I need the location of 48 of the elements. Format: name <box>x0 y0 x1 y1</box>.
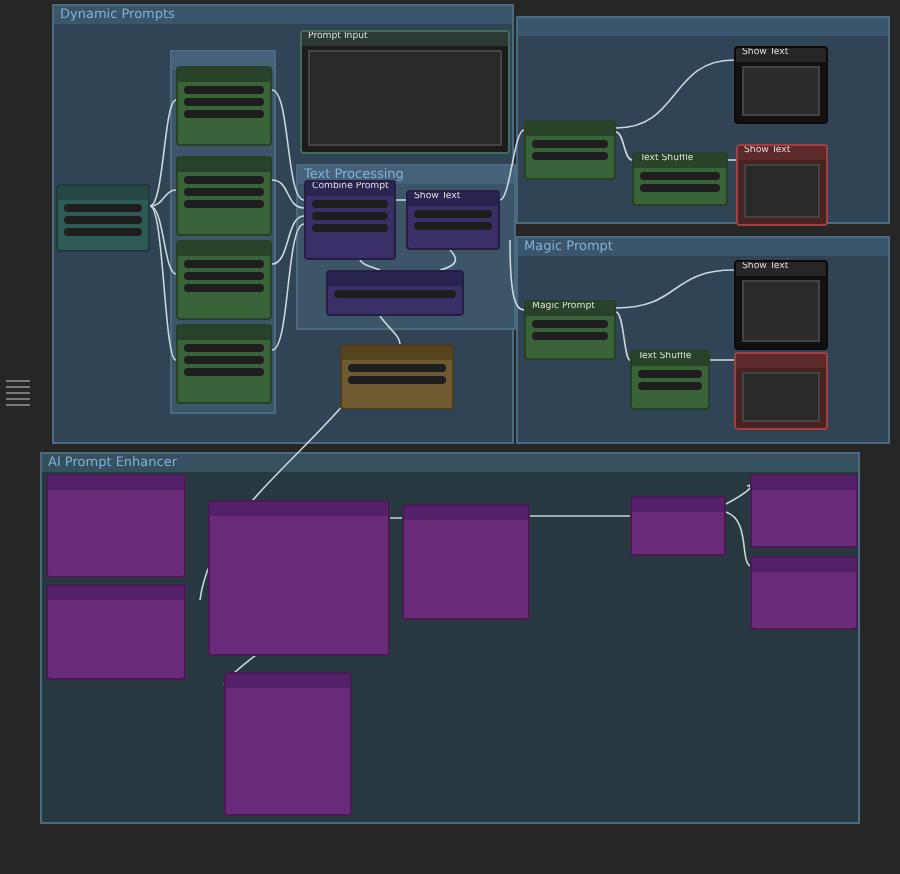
text-area[interactable] <box>742 372 820 422</box>
wire <box>709 359 735 361</box>
widget-field[interactable] <box>414 210 492 218</box>
widget-field[interactable] <box>348 376 446 384</box>
widget-field[interactable] <box>532 332 608 340</box>
text-area[interactable] <box>308 50 502 146</box>
widget-field[interactable] <box>184 260 264 268</box>
widget-field[interactable] <box>184 284 264 292</box>
widget-field[interactable] <box>64 216 142 224</box>
widget-field[interactable] <box>640 184 720 192</box>
widget-field[interactable] <box>414 222 492 230</box>
wire <box>439 249 457 271</box>
widget-field[interactable] <box>312 212 388 220</box>
widget-field[interactable] <box>312 200 388 208</box>
widget-field[interactable] <box>184 368 264 376</box>
wire <box>725 484 752 505</box>
text-area[interactable] <box>742 280 820 342</box>
widget-field[interactable] <box>532 320 608 328</box>
wire <box>727 159 737 161</box>
widget-field[interactable] <box>184 86 264 94</box>
wire <box>395 199 407 201</box>
widget-field[interactable] <box>348 364 446 372</box>
widget-field[interactable] <box>184 98 264 106</box>
wire <box>379 315 401 345</box>
widget-field[interactable] <box>184 110 264 118</box>
widget-field[interactable] <box>638 370 702 378</box>
widget-field[interactable] <box>532 140 608 148</box>
widget-field[interactable] <box>64 204 142 212</box>
wire <box>359 259 381 271</box>
text-area[interactable] <box>744 164 820 218</box>
widget-field[interactable] <box>640 172 720 180</box>
node-card[interactable] <box>734 352 828 430</box>
widget-field[interactable] <box>532 152 608 160</box>
widget-field[interactable] <box>64 228 142 236</box>
wire <box>509 239 525 311</box>
widget-field[interactable] <box>184 188 264 196</box>
widget-field[interactable] <box>184 344 264 352</box>
wire <box>529 515 631 517</box>
widget-field[interactable] <box>184 272 264 280</box>
wire <box>725 511 751 567</box>
wire <box>499 129 525 201</box>
widget-field[interactable] <box>184 200 264 208</box>
widget-field[interactable] <box>334 290 456 298</box>
widget-field[interactable] <box>638 382 702 390</box>
widget-field[interactable] <box>184 356 264 364</box>
widget-field[interactable] <box>312 224 388 232</box>
widget-field[interactable] <box>184 176 264 184</box>
text-area[interactable] <box>742 66 820 116</box>
